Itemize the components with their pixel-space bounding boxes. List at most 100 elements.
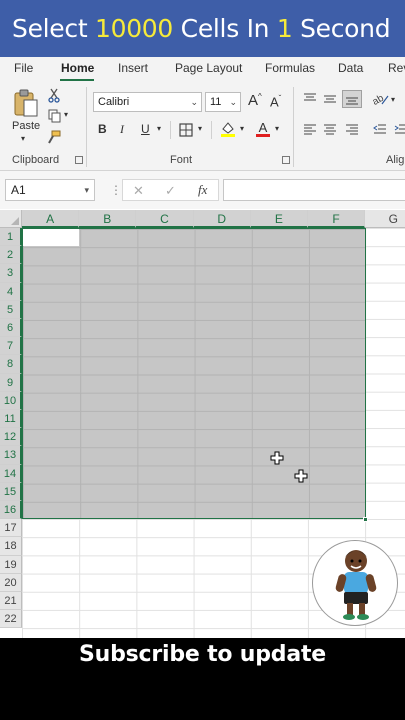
row-header-3[interactable]: 3	[0, 264, 22, 283]
fill-color-icon[interactable]	[219, 120, 237, 138]
row-header-2[interactable]: 2	[0, 246, 22, 265]
row-header-22[interactable]: 22	[0, 610, 22, 629]
copy-icon[interactable]	[47, 108, 61, 124]
align-middle-icon[interactable]	[322, 92, 338, 106]
row-header-11[interactable]: 11	[0, 410, 22, 429]
borders-dropdown-icon[interactable]: ▾	[198, 124, 202, 133]
caption-bar: Subscribe to update	[0, 638, 405, 720]
tab-home[interactable]: Home	[61, 61, 94, 75]
column-header-g[interactable]: G	[365, 210, 405, 228]
align-left-icon[interactable]	[302, 122, 318, 136]
title-highlight-count: 10000	[94, 14, 174, 43]
row-header-19[interactable]: 19	[0, 555, 22, 574]
row-header-13[interactable]: 13	[0, 446, 22, 465]
underline-dropdown-icon[interactable]: ▾	[157, 124, 161, 133]
shrink-font-icon: A	[270, 94, 279, 110]
underline-button[interactable]: U	[141, 122, 150, 136]
font-color-dropdown-icon[interactable]: ▾	[275, 124, 279, 133]
tab-review[interactable]: Rev	[388, 61, 405, 75]
column-header-c[interactable]: C	[136, 210, 194, 228]
bold-button[interactable]: B	[98, 122, 107, 136]
formula-input[interactable]	[223, 179, 405, 201]
group-separator	[211, 121, 212, 139]
row-header-9[interactable]: 9	[0, 373, 22, 392]
font-group-label: Font	[170, 154, 193, 166]
copy-dropdown-icon[interactable]: ▾	[64, 110, 68, 119]
row-header-7[interactable]: 7	[0, 337, 22, 356]
cartoon-character-icon	[335, 550, 377, 620]
title-highlight-seconds: 1	[276, 14, 293, 43]
tab-insert[interactable]: Insert	[118, 61, 148, 75]
row-header-14[interactable]: 14	[0, 464, 22, 483]
cursor-plus-icon	[270, 451, 284, 465]
row-header-12[interactable]: 12	[0, 428, 22, 447]
subscribe-caption: Subscribe to update	[78, 642, 327, 667]
cancel-icon[interactable]: ✕	[133, 183, 144, 199]
fill-handle[interactable]	[363, 517, 368, 522]
group-separator	[170, 121, 171, 139]
column-header-f[interactable]: F	[308, 210, 366, 228]
row-header-5[interactable]: 5	[0, 300, 22, 319]
column-header-a[interactable]: A	[22, 210, 80, 228]
font-name-select[interactable]: Calibri ⌄	[93, 92, 202, 112]
format-painter-icon[interactable]	[47, 129, 61, 145]
font-size-value: 11	[210, 96, 222, 108]
row-header-16[interactable]: 16	[0, 501, 22, 520]
increase-indent-icon[interactable]	[393, 122, 405, 136]
decrease-indent-icon[interactable]	[372, 122, 388, 136]
align-right-icon[interactable]	[344, 122, 360, 136]
row-header-10[interactable]: 10	[0, 391, 22, 410]
row-header-20[interactable]: 20	[0, 573, 22, 592]
row-header-1[interactable]: 1	[0, 228, 22, 247]
font-size-select[interactable]: 11 ⌄	[205, 92, 241, 112]
font-dialog-launcher[interactable]	[282, 156, 290, 164]
borders-icon[interactable]	[178, 122, 193, 137]
ribbon-home: Paste ▾ ▾ Clipboard Calibri ⌄ 11 ⌄ A^ Aˇ B…	[0, 81, 405, 171]
chevron-down-icon: ▾	[84, 185, 89, 195]
tab-file[interactable]: File	[14, 61, 33, 75]
title-part-1: Select	[12, 14, 95, 43]
cut-icon[interactable]	[47, 87, 61, 103]
tab-page-layout[interactable]: Page Layout	[175, 61, 242, 75]
row-header-18[interactable]: 18	[0, 537, 22, 556]
formula-buttons: ✕ ✓ fx	[122, 179, 219, 201]
ribbon-tabs: File Home Insert Page Layout Formulas Da…	[0, 57, 405, 81]
align-top-icon[interactable]	[302, 92, 318, 106]
row-header-17[interactable]: 17	[0, 519, 22, 538]
tab-formulas[interactable]: Formulas	[265, 61, 315, 75]
row-header-15[interactable]: 15	[0, 482, 22, 501]
column-header-e[interactable]: E	[250, 210, 308, 228]
grow-font-button[interactable]: A^	[248, 92, 262, 109]
clipboard-dialog-launcher[interactable]	[75, 156, 83, 164]
chevron-down-icon: ⌄	[190, 97, 198, 107]
orientation-icon[interactable]: ab	[372, 91, 390, 107]
insert-function-icon[interactable]: fx	[198, 182, 207, 198]
formula-bar-area: A1 ▾ ⋮ ✕ ✓ fx	[0, 171, 405, 209]
align-bottom-icon[interactable]	[342, 90, 362, 108]
select-all-button[interactable]	[0, 210, 22, 228]
row-header-6[interactable]: 6	[0, 319, 22, 338]
paste-icon[interactable]	[10, 87, 42, 119]
active-cell[interactable]	[23, 229, 79, 246]
tab-data[interactable]: Data	[338, 61, 363, 75]
align-center-icon[interactable]	[322, 122, 338, 136]
shrink-font-button[interactable]: Aˇ	[270, 94, 281, 109]
font-color-icon[interactable]: A	[255, 119, 271, 138]
name-box[interactable]: A1 ▾	[5, 179, 95, 201]
row-header-4[interactable]: 4	[0, 282, 22, 301]
row-header-8[interactable]: 8	[0, 355, 22, 374]
selected-range[interactable]	[22, 228, 366, 519]
row-header-21[interactable]: 21	[0, 592, 22, 611]
fill-color-dropdown-icon[interactable]: ▾	[240, 124, 244, 133]
column-header-d[interactable]: D	[193, 210, 251, 228]
chevron-down-icon: ⌄	[229, 97, 237, 107]
italic-button[interactable]: I	[120, 122, 124, 137]
paste-button-label[interactable]: Paste	[12, 120, 40, 132]
enter-icon[interactable]: ✓	[165, 183, 176, 199]
vertical-dots-icon: ⋮	[110, 183, 122, 197]
orientation-dropdown-icon[interactable]: ▾	[391, 95, 395, 104]
screen: Select 10000 Cells In 1 Second File Home…	[0, 0, 405, 720]
paste-dropdown-icon[interactable]: ▾	[21, 134, 25, 143]
column-header-b[interactable]: B	[79, 210, 137, 228]
svg-text:ab: ab	[372, 93, 386, 107]
